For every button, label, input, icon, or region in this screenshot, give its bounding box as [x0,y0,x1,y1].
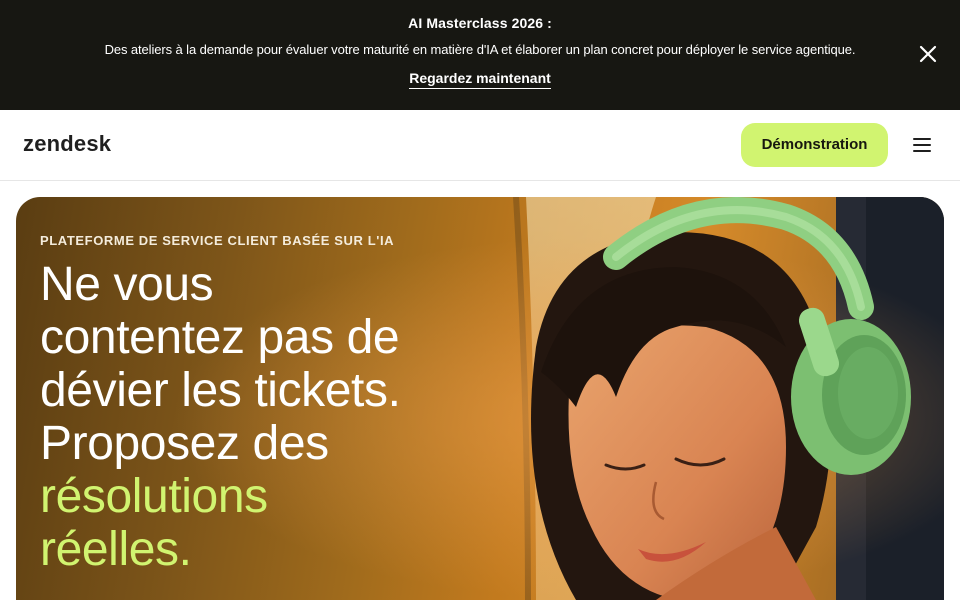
hero-text-block: PLATEFORME DE SERVICE CLIENT BASÉE SUR L… [40,233,470,576]
hero-eyebrow: PLATEFORME DE SERVICE CLIENT BASÉE SUR L… [40,233,395,248]
close-icon[interactable] [916,42,940,66]
zendesk-logo[interactable]: zendesk [23,131,111,157]
promo-banner: AI Masterclass 2026 : Des ateliers à la … [0,0,960,110]
headline-accent-line: résolutions [40,470,268,523]
banner-title: AI Masterclass 2026 : [408,15,552,31]
hero-headline: Ne vous contentez pas de dévier les tick… [40,258,470,576]
headline-line: contentez pas de [40,311,400,364]
headline-line: dévier les tickets. [40,364,401,417]
site-header: zendesk Démonstration [0,110,960,181]
demo-button[interactable]: Démonstration [741,123,888,167]
headline-line: Proposez des [40,417,329,470]
headline-accent-line: réelles. [40,523,192,576]
banner-description: Des ateliers à la demande pour évaluer v… [104,42,856,57]
hero-section: PLATEFORME DE SERVICE CLIENT BASÉE SUR L… [16,197,944,600]
headline-line: Ne vous [40,258,214,311]
banner-link-wrapper: Regardez maintenant [0,70,960,89]
hamburger-menu-icon[interactable] [911,135,933,155]
watch-now-link[interactable]: Regardez maintenant [409,70,551,89]
